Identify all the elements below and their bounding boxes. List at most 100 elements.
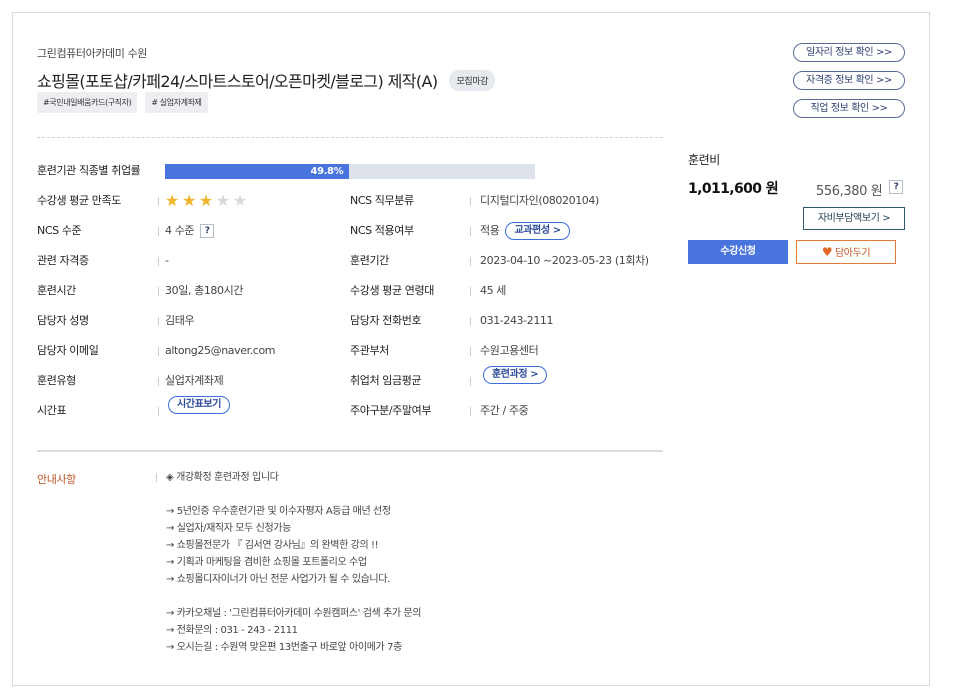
ncs-level: 4 수준 ? bbox=[165, 216, 215, 246]
notice-line: → 카카오채널 : '그린컴퓨터아카데미 수원캠퍼스' 검색 추가 문의 bbox=[166, 608, 422, 619]
phone-label: 담당자 전화번호 bbox=[350, 314, 422, 327]
ncs-level-value: 4 수준 bbox=[165, 224, 195, 237]
age-label: 수강생 평균 연령대 bbox=[350, 284, 434, 297]
type-value: 실업자계좌제 bbox=[165, 374, 224, 387]
curriculum-button[interactable]: 교과편성 > bbox=[505, 222, 570, 240]
fee-total: 1,011,600 원 bbox=[688, 181, 779, 197]
detail-row: 담당자 이메일 altong25@naver.com 주관부처 수원고용센터 bbox=[37, 336, 677, 366]
notice-line: → 전화문의 : 031 - 243 - 2111 bbox=[166, 625, 298, 636]
timetable-button[interactable]: 시간표보기 bbox=[168, 396, 231, 414]
cert-label: 관련 자격증 bbox=[37, 254, 89, 267]
email-label: 담당자 이메일 bbox=[37, 344, 99, 357]
separator bbox=[158, 257, 159, 266]
hours-value: 30일, 총180시간 bbox=[165, 284, 244, 297]
cert-info-button[interactable]: 자격증 정보 확인 >> bbox=[793, 71, 905, 90]
copay-button[interactable]: 자비부담액보기 > bbox=[803, 207, 905, 230]
ncs-apply: 적용 교과편성 > bbox=[480, 216, 570, 246]
notice-line: → 실업자/재직자 모두 신청가능 bbox=[166, 523, 291, 534]
fee-label: 훈련비 bbox=[688, 153, 720, 167]
separator bbox=[470, 347, 471, 356]
tag-list: #국민내일배움카드(구직자) # 실업자계좌제 bbox=[37, 92, 208, 113]
notice-line: → 쇼핑몰전문가 『 김서연 강사님』의 완벽한 강의 !! bbox=[166, 540, 379, 551]
ncs-category-label: NCS 직무분류 bbox=[350, 194, 414, 207]
separator bbox=[158, 377, 159, 386]
ncs-apply-label: NCS 적용여부 bbox=[350, 224, 414, 237]
separator bbox=[158, 407, 159, 416]
employment-rate-label: 훈련기관 직종별 취업률 bbox=[37, 164, 141, 177]
fee-self-pay: 556,380 원 bbox=[816, 184, 883, 199]
hours-label: 훈련시간 bbox=[37, 284, 76, 297]
separator bbox=[470, 257, 471, 266]
course-title: 쇼핑몰(포토샵/카페24/스마트스토어/오픈마켓/블로그) 제작(A) bbox=[37, 72, 438, 91]
notice-line: → 기획과 마케팅을 겸비한 쇼핑몰 포트폴리오 수업 bbox=[166, 557, 367, 568]
satisfaction-label: 수강생 평균 만족도 bbox=[37, 194, 121, 207]
separator bbox=[470, 407, 471, 416]
notice-line bbox=[166, 486, 421, 503]
email-value: altong25@naver.com bbox=[165, 344, 276, 357]
ncs-level-label: NCS 수준 bbox=[37, 224, 82, 237]
info-button-group: 일자리 정보 확인 >> 자격증 정보 확인 >> 직업 정보 확인 >> bbox=[793, 43, 905, 118]
star-filled-icon: ★ bbox=[198, 191, 213, 210]
org-value: 수원고용센터 bbox=[480, 344, 539, 357]
age-value: 45 세 bbox=[480, 284, 507, 297]
detail-row: 시간표 시간표보기 주야구분/주말여부 주간 / 주중 bbox=[37, 396, 677, 426]
separator bbox=[470, 317, 471, 326]
title-row: 쇼핑몰(포토샵/카페24/스마트스토어/오픈마켓/블로그) 제작(A) 모집마감 bbox=[37, 68, 496, 92]
detail-row: 담당자 성명 김태우 담당자 전화번호 031-243-2111 bbox=[37, 306, 677, 336]
occupation-info-button[interactable]: 직업 정보 확인 >> bbox=[793, 99, 905, 118]
tag-card: #국민내일배움카드(구직자) bbox=[37, 92, 138, 113]
divider bbox=[37, 450, 663, 452]
daynight-value: 주간 / 주중 bbox=[480, 404, 529, 417]
employment-rate-fill: 49.8% bbox=[165, 164, 350, 179]
phone-value: 031-243-2111 bbox=[480, 314, 554, 327]
wishlist-button[interactable]: ♥ 담아두기 bbox=[796, 240, 896, 264]
notice-line: ◈ 개강확정 훈련과정 입니다 bbox=[166, 472, 279, 483]
academy-name: 그린컴퓨터아카데미 수원 bbox=[37, 47, 148, 60]
cert-value: - bbox=[165, 254, 169, 267]
fee-panel: 훈련비 1,011,600 원 556,380 원 ? 자비부담액보기 > 수강… bbox=[688, 151, 908, 264]
notice-label: 안내사항 bbox=[37, 473, 76, 486]
period-value: 2023-04-10 ~2023-05-23 (1회차) bbox=[480, 254, 649, 267]
type-label: 훈련유형 bbox=[37, 374, 76, 387]
separator bbox=[158, 197, 159, 206]
detail-row: 수강생 평균 만족도 ★ ★ ★ ★ ★ NCS 직무분류 디지털디자인(0802010… bbox=[37, 186, 677, 216]
notice-line: → 오시는길 : 수원역 맞은편 13번출구 바로앞 아이메가 7층 bbox=[166, 642, 402, 653]
separator bbox=[156, 473, 157, 482]
separator bbox=[470, 197, 471, 206]
notice-line: → 쇼핑몰디자이너가 아닌 전문 사업가가 될 수 있습니다. bbox=[166, 574, 390, 585]
org-label: 주관부처 bbox=[350, 344, 389, 357]
detail-row: 훈련기관 직종별 취업률 49.8% bbox=[37, 156, 677, 186]
satisfaction-rating: ★ ★ ★ ★ ★ bbox=[165, 186, 247, 216]
employment-rate-bar: 49.8% bbox=[165, 164, 535, 179]
separator bbox=[158, 317, 159, 326]
wage-label: 취업처 임금평균 bbox=[350, 374, 422, 387]
job-info-button[interactable]: 일자리 정보 확인 >> bbox=[793, 43, 905, 62]
separator bbox=[158, 347, 159, 356]
detail-row: 훈련유형 실업자계좌제 취업처 임금평균 훈련과정 > bbox=[37, 366, 677, 396]
help-icon[interactable]: ? bbox=[889, 180, 903, 194]
daynight-label: 주야구분/주말여부 bbox=[350, 404, 432, 417]
period-label: 훈련기간 bbox=[350, 254, 389, 267]
star-filled-icon: ★ bbox=[165, 191, 179, 210]
star-empty-icon: ★ bbox=[215, 191, 230, 210]
star-rating: ★ ★ ★ ★ ★ bbox=[165, 186, 247, 216]
separator bbox=[470, 287, 471, 296]
notice-line bbox=[166, 588, 421, 605]
manager-label: 담당자 성명 bbox=[37, 314, 89, 327]
wishlist-label: 담아두기 bbox=[834, 248, 871, 259]
timetable: 시간표보기 bbox=[168, 396, 231, 414]
separator bbox=[158, 287, 159, 296]
separator bbox=[470, 227, 471, 236]
detail-row: 관련 자격증 - 훈련기간 2023-04-10 ~2023-05-23 (1회… bbox=[37, 246, 677, 276]
separator bbox=[470, 377, 471, 386]
enroll-button[interactable]: 수강신청 bbox=[688, 240, 788, 264]
separator bbox=[158, 227, 159, 236]
status-badge: 모집마감 bbox=[449, 69, 496, 91]
manager-value: 김태우 bbox=[165, 314, 195, 327]
timetable-label: 시간표 bbox=[37, 404, 67, 417]
course-button[interactable]: 훈련과정 > bbox=[483, 366, 548, 384]
detail-row: NCS 수준 4 수준 ? NCS 적용여부 적용 교과편성 > bbox=[37, 216, 677, 246]
tag-account: # 실업자계좌제 bbox=[145, 92, 208, 113]
notice-line: → 5년인증 우수훈련기관 및 이수자평자 A등급 매년 선정 bbox=[166, 506, 391, 517]
help-icon[interactable]: ? bbox=[200, 224, 215, 238]
